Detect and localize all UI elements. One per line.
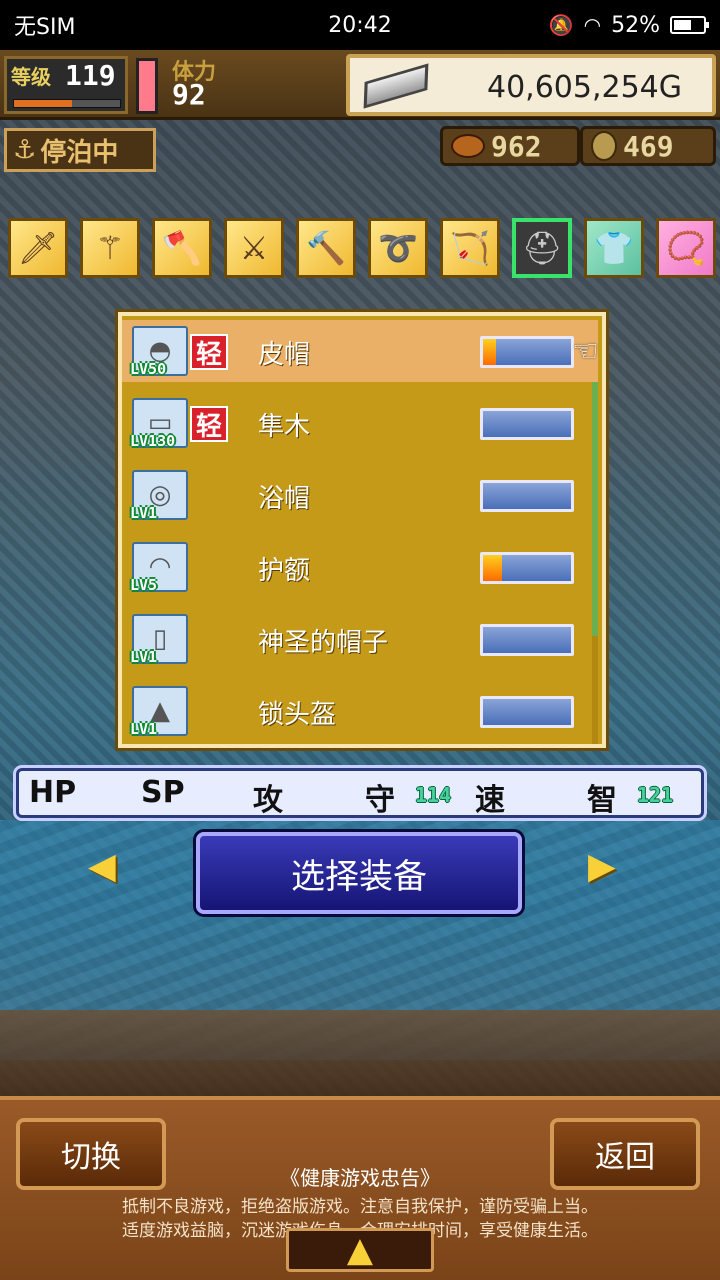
- stat-def-label: 守: [365, 783, 395, 818]
- stat-def-value: 114: [415, 783, 452, 807]
- equipment-level: LV1: [130, 504, 158, 522]
- equipment-level: LV5: [130, 576, 158, 594]
- gold-value: 40,605,254G: [486, 70, 682, 105]
- health-notice-line-1: 抵制不良游戏，拒绝盗版游戏。注意自我保护，谨防受骗上当。: [122, 1197, 598, 1217]
- armor-icon: 👕: [594, 229, 634, 267]
- whip-icon: ➰: [378, 229, 418, 267]
- medal-counter: 469: [580, 126, 716, 166]
- meat-icon: [451, 134, 485, 158]
- stat-int-value: 121: [637, 783, 674, 807]
- stamina-gauge: [136, 58, 158, 114]
- tab-whip[interactable]: ➰: [368, 218, 428, 278]
- axe-icon: 🪓: [162, 229, 202, 267]
- tab-axe[interactable]: 🪓: [152, 218, 212, 278]
- sword-icon: 🗡: [17, 229, 59, 267]
- expand-menu-button[interactable]: ▲: [286, 1228, 434, 1272]
- status-icons: 🔕 ◠ 52%: [548, 12, 709, 38]
- equipment-name: 神圣的帽子: [258, 628, 389, 658]
- silver-bar-icon: [363, 63, 429, 109]
- equipment-progress-bar: [480, 336, 574, 368]
- equipment-level: LV50: [130, 360, 167, 378]
- tab-sword[interactable]: 🗡: [8, 218, 68, 278]
- equipment-progress-fill: [483, 555, 503, 581]
- equipment-progress-bar: [480, 696, 574, 728]
- dock-status-badge: ⚓ 停泊中: [4, 128, 156, 172]
- gold-display: 40,605,254G: [346, 54, 716, 116]
- food-counter: 962: [440, 126, 580, 166]
- stat-spd-label: 速: [475, 783, 505, 818]
- medal-icon: [591, 131, 617, 161]
- dock-status-label: 停泊中: [40, 137, 119, 168]
- tab-helmet[interactable]: ⛑: [512, 218, 572, 278]
- equipment-category-tabs: 🗡 ⚚ 🪓 ⚔ 🔨 ➰ 🏹 ⛑ 👕 📿: [0, 218, 720, 280]
- equipment-row[interactable]: ▲ LV1 锁头盔: [122, 680, 598, 742]
- light-weight-badge: 轻: [190, 334, 228, 370]
- equipment-list-panel: ◓ LV50 轻皮帽 ▭ LV130 轻隼木 ◎ LV1 浴帽 ◠ LV5 护额 ▯ LV1 神圣的帽子 ▲ L…: [118, 312, 606, 748]
- equipment-level: LV1: [130, 720, 158, 738]
- tab-accessory[interactable]: 📿: [656, 218, 716, 278]
- medal-value: 469: [623, 129, 674, 163]
- health-notice-title: 《健康游戏忠告》: [280, 1166, 440, 1190]
- accessory-icon: 📿: [666, 229, 706, 267]
- equipment-name: 隼木: [258, 412, 311, 442]
- battery-icon: [670, 16, 709, 34]
- food-value: 962: [491, 129, 542, 163]
- top-hud: 等级 119 体力 92 40,605,254G: [0, 50, 720, 120]
- equipment-name: 锁头盔: [258, 700, 337, 730]
- hand-pointer-icon: ☜: [572, 334, 599, 369]
- battery-percent: 52%: [611, 12, 660, 38]
- equipment-row[interactable]: ▭ LV130 轻隼木: [122, 392, 598, 454]
- stat-int-label: 智: [587, 783, 617, 818]
- light-weight-badge: 轻: [190, 406, 228, 442]
- equipment-row[interactable]: ▯ LV1 神圣的帽子: [122, 608, 598, 670]
- ship-deck: [0, 1010, 720, 1100]
- stamina-value: 92: [172, 78, 206, 111]
- tab-bow[interactable]: 🏹: [440, 218, 500, 278]
- tab-hammer[interactable]: 🔨: [296, 218, 356, 278]
- equipment-row[interactable]: ◠ LV5 护额: [122, 536, 598, 598]
- equipment-progress-bar: [480, 408, 574, 440]
- spear-icon: ⚔: [239, 229, 269, 267]
- level-progress-bar: [13, 99, 121, 108]
- equipment-level: LV1: [130, 648, 158, 666]
- stat-atk-label: 攻: [253, 783, 283, 818]
- tab-staff[interactable]: ⚚: [80, 218, 140, 278]
- stats-bar: HP SP 攻 守 114 速 智 121: [16, 768, 704, 818]
- equipment-progress-bar: [480, 624, 574, 656]
- staff-icon: ⚚: [95, 229, 125, 267]
- mute-icon: 🔕: [548, 13, 574, 37]
- bow-icon: 🏹: [450, 229, 490, 267]
- wifi-icon: ◠: [583, 13, 602, 37]
- tab-spear[interactable]: ⚔: [224, 218, 284, 278]
- level-badge: 等级 119: [4, 56, 128, 114]
- hammer-icon: 🔨: [306, 229, 346, 267]
- equipment-name: 浴帽: [258, 484, 311, 514]
- level-value: 119: [65, 59, 116, 92]
- equipment-name: 皮帽: [258, 340, 311, 370]
- equipment-progress-bar: [480, 480, 574, 512]
- anchor-icon: ⚓: [13, 135, 37, 165]
- level-label: 等级: [11, 65, 51, 89]
- equipment-name: 护额: [258, 556, 311, 586]
- status-bar: 无SIM 20:42 🔕 ◠ 52%: [0, 0, 720, 50]
- stat-hp-label: HP: [29, 775, 77, 810]
- prev-arrow-icon[interactable]: ◀: [88, 846, 116, 887]
- triangle-up-icon: ▲: [346, 1230, 374, 1270]
- equipment-progress-fill: [483, 339, 497, 365]
- next-arrow-icon[interactable]: ▶: [588, 846, 616, 887]
- carrier-label: 无SIM: [14, 15, 76, 40]
- equipment-level: LV130: [130, 432, 176, 450]
- tab-armor[interactable]: 👕: [584, 218, 644, 278]
- helmet-icon: ⛑: [521, 229, 563, 267]
- equipment-row[interactable]: ◓ LV50 轻皮帽: [122, 320, 598, 382]
- bottom-bar: 切换 返回 《健康游戏忠告》 抵制不良游戏，拒绝盗版游戏。注意自我保护，谨防受骗…: [0, 1096, 720, 1280]
- equipment-row[interactable]: ◎ LV1 浴帽: [122, 464, 598, 526]
- equipment-progress-bar: [480, 552, 574, 584]
- stat-sp-label: SP: [141, 775, 185, 810]
- select-equipment-button[interactable]: 选择装备: [196, 832, 522, 914]
